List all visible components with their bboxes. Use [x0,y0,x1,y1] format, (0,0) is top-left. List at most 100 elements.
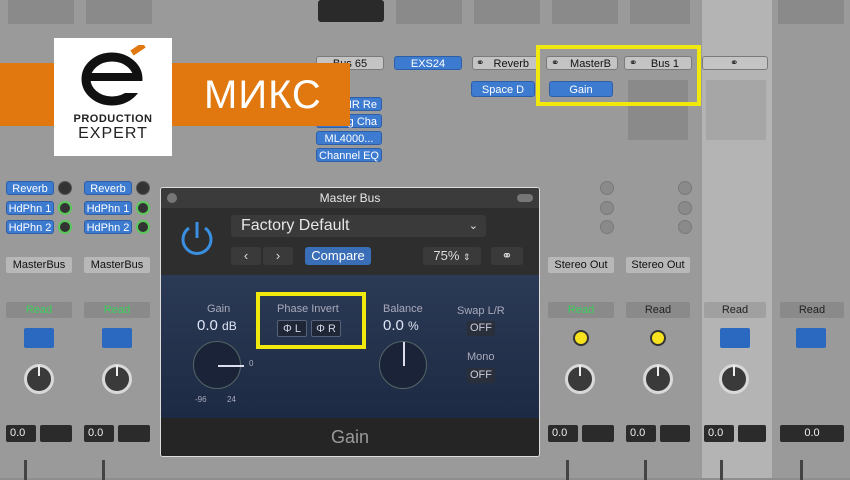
zoom-value: 75% [433,248,460,263]
gain-knob-pointer [218,365,244,367]
link-icon: ⚭ [476,58,485,69]
gain-number: 0.0 [197,317,218,334]
peak-value [118,425,150,442]
insert-slot[interactable]: ML4000... [316,131,382,145]
volume-fader[interactable] [720,460,723,480]
send-level-knob[interactable] [600,181,614,195]
volume-value[interactable]: 0.0 [84,425,114,442]
send-slot[interactable]: HdPhn 1 [84,201,132,215]
volume-value[interactable]: 0.0 [704,425,734,442]
instrument-slot[interactable]: EXS24 [394,56,462,70]
send-slot[interactable]: Reverb [6,181,54,195]
banner-title: МИКС [204,73,322,117]
send-level-knob[interactable] [58,181,72,195]
balance-value[interactable]: 0.0 % [383,317,419,334]
send-level-knob[interactable] [678,220,692,234]
gain-label: Gain [207,303,231,315]
waveform-icon [796,328,826,348]
pan-knob[interactable] [719,364,749,394]
gain-scale-min: -96 [195,395,207,404]
volume-fader[interactable] [102,460,105,480]
logo-line1: PRODUCTION [73,113,153,125]
insert-slot-space-d[interactable]: Space D [471,81,535,97]
zoom-select[interactable]: 75% ⇕ [423,247,481,265]
strip-header-box [552,0,618,24]
swap-label: Swap L/R [457,305,505,317]
volume-value[interactable]: 0.0 [548,425,578,442]
peak-value [738,425,766,442]
output-slot[interactable]: Stereo Out [626,257,690,273]
volume-fader[interactable] [800,460,803,480]
close-icon[interactable] [167,193,177,203]
strip-header-box [8,0,74,24]
automation-mode[interactable]: Read [84,302,150,318]
plugin-toolbar: Factory Default ⌄ ‹ › Compare 75% ⇕ ⚭ [161,208,539,275]
previous-preset-button[interactable]: ‹ [231,247,261,265]
gain-knob[interactable] [193,341,244,389]
send-slot[interactable]: HdPhn 2 [84,220,132,234]
strip-header-box [86,0,152,24]
send-level-knob[interactable] [136,181,150,195]
gain-value[interactable]: 0.0 dB [197,317,237,334]
output-slot[interactable]: Stereo Out [548,257,614,273]
insert-slot[interactable]: Channel EQ [316,148,382,162]
compensation-knob-icon[interactable] [573,330,589,346]
volume-fader[interactable] [24,460,27,480]
pan-knob[interactable] [102,364,132,394]
preset-name: Factory Default [241,217,350,234]
swap-toggle[interactable]: OFF [467,321,495,336]
highlight-box [256,292,366,349]
send-slot[interactable]: HdPhn 1 [6,201,54,215]
balance-knob[interactable] [379,341,427,389]
power-icon[interactable] [177,218,217,258]
send-level-knob[interactable] [136,201,150,215]
send-level-knob[interactable] [58,201,72,215]
mono-label: Mono [467,351,495,363]
gain-scale-zero: 0 [249,359,254,368]
output-slot[interactable]: MasterBus [84,257,150,273]
send-level-knob[interactable] [600,201,614,215]
balance-number: 0.0 [383,317,404,334]
send-level-knob[interactable] [678,201,692,215]
automation-mode[interactable]: Read [780,302,844,318]
compensation-knob-icon[interactable] [650,330,666,346]
strip-header-box [630,0,690,24]
volume-value[interactable]: 0.0 [6,425,36,442]
send-level-knob[interactable] [600,220,614,234]
channel-strip [772,0,850,478]
gain-scale-max: 24 [227,395,236,404]
logo-line2: EXPERT [78,125,148,142]
collapse-icon[interactable] [517,194,533,202]
link-icon: ⚭ [730,58,739,69]
plugin-titlebar[interactable]: Master Bus [161,188,539,208]
volume-value[interactable]: 0.0 [780,425,844,442]
output-slot[interactable]: MasterBus [6,257,72,273]
balance-knob-pointer [403,342,405,366]
volume-value[interactable]: 0.0 [626,425,656,442]
automation-mode[interactable]: Read [704,302,766,318]
chevron-down-icon: ⌄ [468,220,478,232]
next-preset-button[interactable]: › [263,247,293,265]
compare-button[interactable]: Compare [305,247,371,265]
automation-mode[interactable]: Read [6,302,72,318]
send-level-knob[interactable] [58,220,72,234]
link-button[interactable]: ⚭ [491,247,523,265]
pan-knob[interactable] [24,364,54,394]
preset-menu[interactable]: Factory Default ⌄ [231,215,486,237]
volume-fader[interactable] [644,460,647,480]
automation-mode[interactable]: Read [626,302,690,318]
automation-mode[interactable]: Read [548,302,614,318]
mono-toggle[interactable]: OFF [467,368,495,383]
send-level-knob[interactable] [136,220,150,234]
send-slot[interactable]: Reverb [84,181,132,195]
volume-fader[interactable] [566,460,569,480]
waveform-icon [102,328,132,348]
plugin-window-title: Master Bus [319,191,381,205]
empty-slot-area [706,80,766,140]
send-slot[interactable]: HdPhn 2 [6,220,54,234]
send-level-knob[interactable] [678,181,692,195]
strip-header-box [474,0,540,24]
channel-strip [702,0,773,478]
pan-knob[interactable] [643,364,673,394]
pan-knob[interactable] [565,364,595,394]
